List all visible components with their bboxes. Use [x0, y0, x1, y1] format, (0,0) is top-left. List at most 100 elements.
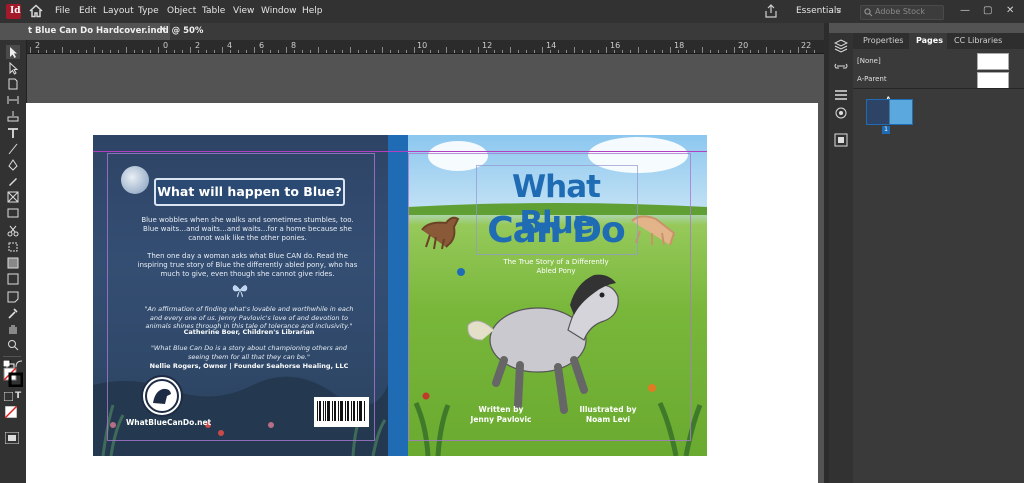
back-blurb-1[interactable]: Blue wobbles when she walks and sometime…: [135, 216, 360, 243]
hand-tool-icon[interactable]: [6, 322, 20, 336]
formatting-container-icon[interactable]: [4, 392, 13, 401]
pencil-tool-icon[interactable]: [6, 174, 20, 188]
menu-window[interactable]: Window: [261, 6, 297, 16]
ruler-tick: [182, 50, 183, 53]
links-icon[interactable]: [834, 59, 848, 73]
back-title-frame[interactable]: What will happen to Blue?: [154, 178, 345, 206]
quote-2[interactable]: "What Blue Can Do is a story about champ…: [143, 344, 355, 361]
ruler-tick: [798, 47, 799, 53]
ruler-tick: [198, 50, 199, 53]
panel-divider: [853, 88, 1024, 89]
line-tool-icon[interactable]: [6, 142, 20, 156]
rectangle-frame-tool-icon[interactable]: [6, 190, 20, 204]
note-tool-icon[interactable]: [6, 290, 20, 304]
ruler-tick: [310, 50, 311, 53]
ruler-tick: [734, 47, 735, 53]
back-cover: What will happen to Blue? Blue wobbles w…: [93, 135, 388, 456]
ruler-tick: [478, 47, 479, 53]
gradient-feather-tool-icon[interactable]: [6, 272, 20, 286]
menu-type[interactable]: Type: [138, 6, 159, 16]
back-blurb-2[interactable]: Then one day a woman asks what Blue CAN …: [135, 252, 360, 279]
ruler-tick: [638, 47, 639, 53]
illustrator-credit[interactable]: Illustrated by Noam Levi: [573, 405, 643, 425]
author-credit[interactable]: Written by Jenny Pavlovic: [466, 405, 536, 425]
ruler-tick: [574, 47, 575, 53]
menu-help[interactable]: Help: [302, 6, 323, 16]
master-a-parent-thumbnail[interactable]: [977, 72, 1009, 89]
tab-properties[interactable]: Properties: [863, 36, 903, 45]
page-number-label[interactable]: 1: [882, 126, 890, 134]
search-input[interactable]: Adobe Stock: [875, 7, 925, 16]
maximize-button[interactable]: ▢: [983, 5, 992, 16]
ruler-label: 2: [35, 41, 41, 50]
ruler-tick: [174, 50, 175, 53]
content-collector-icon[interactable]: [6, 109, 20, 123]
rectangle-tool-icon[interactable]: [6, 206, 20, 220]
ruler-tick: [694, 50, 695, 53]
ruler-tick: [630, 50, 631, 53]
ruler-tick: [158, 47, 159, 53]
eyedropper-tool-icon[interactable]: [6, 306, 20, 320]
ruler-tick: [726, 50, 727, 53]
pen-tool-icon[interactable]: [6, 158, 20, 172]
fill-stroke-swatch-icon[interactable]: [3, 367, 23, 387]
menu-view[interactable]: View: [233, 6, 254, 16]
ruler-tick: [590, 50, 591, 53]
close-button[interactable]: ✕: [1006, 5, 1014, 16]
tab-cc-libraries[interactable]: CC Libraries: [954, 36, 1002, 45]
menu-object[interactable]: Object: [167, 6, 196, 16]
stroke-icon[interactable]: [834, 88, 848, 102]
free-transform-tool-icon[interactable]: [6, 240, 20, 254]
website-url[interactable]: WhatBlueCanDo.net: [126, 418, 211, 427]
effects-icon[interactable]: [834, 133, 848, 147]
minimize-button[interactable]: —: [960, 5, 970, 16]
formatting-text-icon[interactable]: T: [15, 391, 21, 401]
workspace-switcher[interactable]: Essentials: [796, 6, 841, 16]
ruler-tick: [294, 50, 295, 53]
scissors-tool-icon[interactable]: [6, 224, 20, 238]
share-icon[interactable]: [764, 4, 778, 18]
apply-none-icon[interactable]: [5, 406, 17, 418]
gap-tool-icon[interactable]: [6, 93, 20, 107]
screen-mode-icon[interactable]: [5, 432, 19, 444]
adobe-stock-search[interactable]: Adobe Stock: [860, 5, 944, 20]
tab-close-icon[interactable]: ✕: [159, 25, 167, 35]
quote-1[interactable]: "An affirmation of finding what's lovabl…: [143, 305, 355, 331]
menu-file[interactable]: File: [55, 6, 70, 16]
document-tab[interactable]: t Blue Can Do Hardcover.indd @ 50% ✕: [26, 23, 203, 40]
butterfly-icon: [232, 285, 248, 298]
tab-pages-label: Pages: [916, 36, 943, 45]
menu-edit[interactable]: Edit: [79, 6, 96, 16]
page-tool-icon[interactable]: [6, 77, 20, 91]
quote-2-attribution[interactable]: Nellie Rogers, Owner | Founder Seahorse …: [133, 362, 365, 370]
book-cover-spread[interactable]: What will happen to Blue? Blue wobbles w…: [93, 135, 707, 456]
front-subtitle[interactable]: The True Story of a Differently Abled Po…: [497, 258, 615, 276]
horizontal-ruler[interactable]: 2 0 2 4 6 8 10 12 14 16 18 20 22: [26, 40, 824, 54]
isbn-barcode[interactable]: [314, 397, 369, 427]
menu-table[interactable]: Table: [202, 6, 225, 16]
moon-illustration: [121, 166, 149, 194]
quote-1-attribution[interactable]: Catherine Boer, Children's Librarian: [143, 328, 355, 336]
spread-thumbnail[interactable]: [866, 99, 913, 125]
swatches-icon[interactable]: [834, 106, 848, 120]
chevron-down-icon[interactable]: v: [836, 6, 841, 16]
direct-selection-tool-icon[interactable]: [6, 61, 20, 75]
tab-pages[interactable]: Pages: [909, 33, 947, 49]
master-none-thumbnail[interactable]: [977, 53, 1009, 70]
search-icon: [864, 8, 873, 17]
bleed-guide-top: [93, 151, 707, 152]
publisher-badge[interactable]: [141, 375, 183, 417]
home-icon[interactable]: [28, 3, 44, 19]
zoom-tool-icon[interactable]: [6, 338, 20, 352]
ruler-tick: [358, 50, 359, 53]
selection-tool-icon[interactable]: [6, 45, 20, 59]
gradient-swatch-tool-icon[interactable]: [6, 256, 20, 270]
master-a-parent[interactable]: A-Parent: [857, 75, 887, 83]
ruler-label: 2: [195, 41, 201, 50]
layers-icon[interactable]: [834, 39, 848, 53]
type-tool-icon[interactable]: [6, 126, 20, 140]
menu-layout[interactable]: Layout: [103, 6, 134, 16]
master-none[interactable]: [None]: [857, 57, 881, 65]
ruler-tick: [566, 50, 567, 53]
front-title-line-2[interactable]: Can Do: [476, 210, 636, 251]
